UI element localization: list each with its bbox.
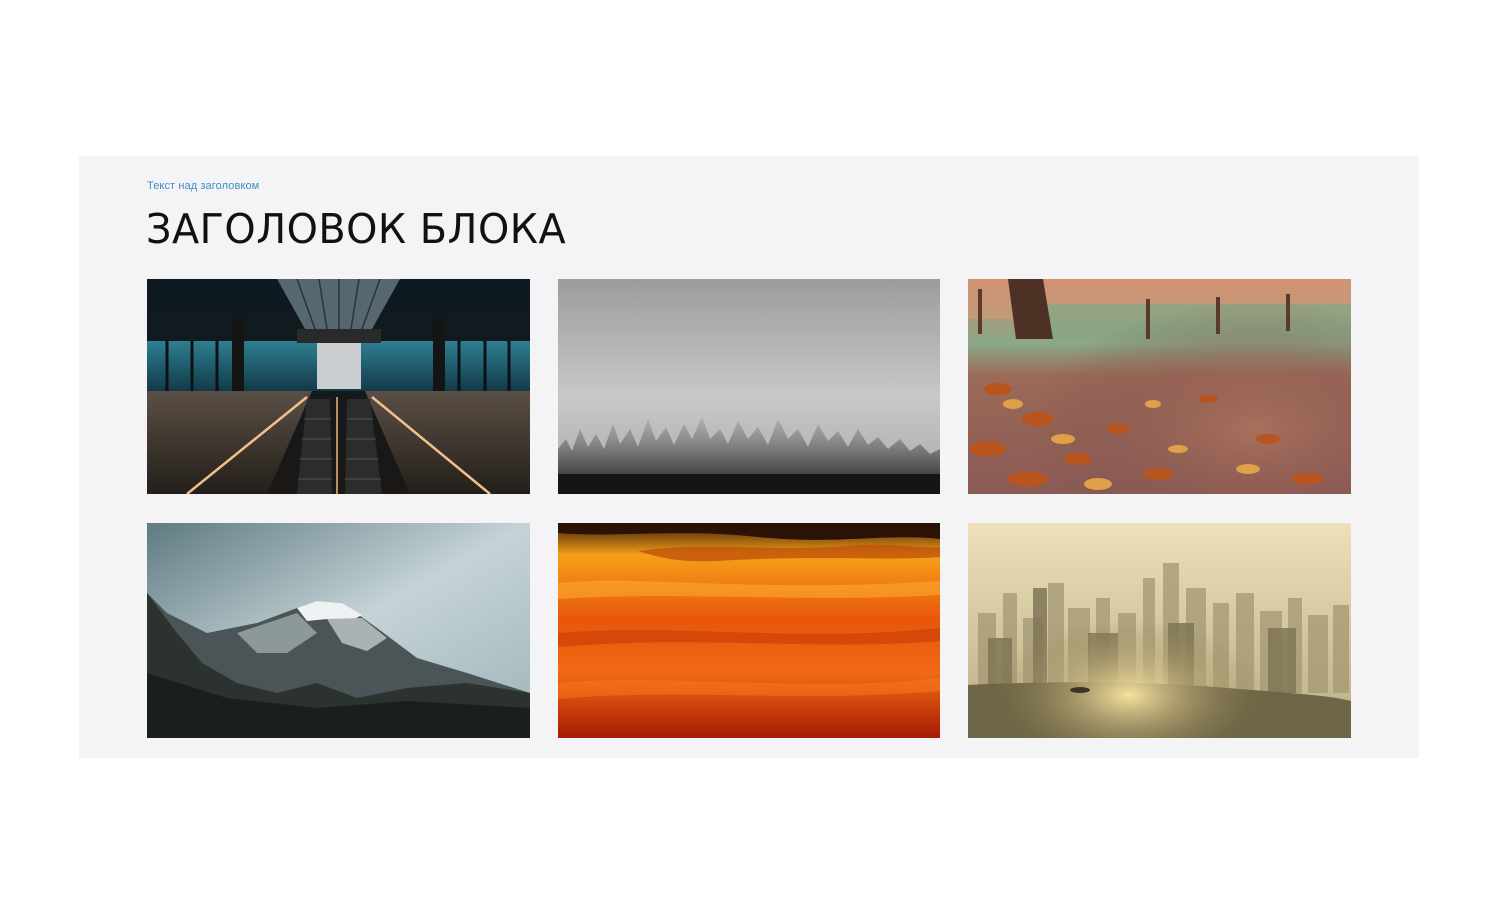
orange-sunset-sky-image <box>558 523 940 738</box>
escalator-station-image <box>147 279 530 494</box>
foggy-forest-image <box>558 279 940 494</box>
gallery-image-mountain[interactable] <box>147 523 530 738</box>
gallery-block: Текст над заголовком ЗАГОЛОВОК БЛОКА <box>79 156 1419 758</box>
image-gallery-grid <box>147 279 1351 738</box>
gallery-image-autumn-path[interactable] <box>968 279 1351 494</box>
block-title: ЗАГОЛОВОК БЛОКА <box>146 205 567 253</box>
gallery-image-escalator[interactable] <box>147 279 530 494</box>
autumn-leaves-path-image <box>968 279 1351 494</box>
gallery-image-foggy-forest[interactable] <box>558 279 940 494</box>
gallery-image-city[interactable] <box>968 523 1351 738</box>
snowy-mountain-image <box>147 523 530 738</box>
gallery-image-sunset[interactable] <box>558 523 940 738</box>
overline-text: Текст над заголовком <box>147 180 260 192</box>
hazy-city-skyline-image <box>968 523 1351 738</box>
